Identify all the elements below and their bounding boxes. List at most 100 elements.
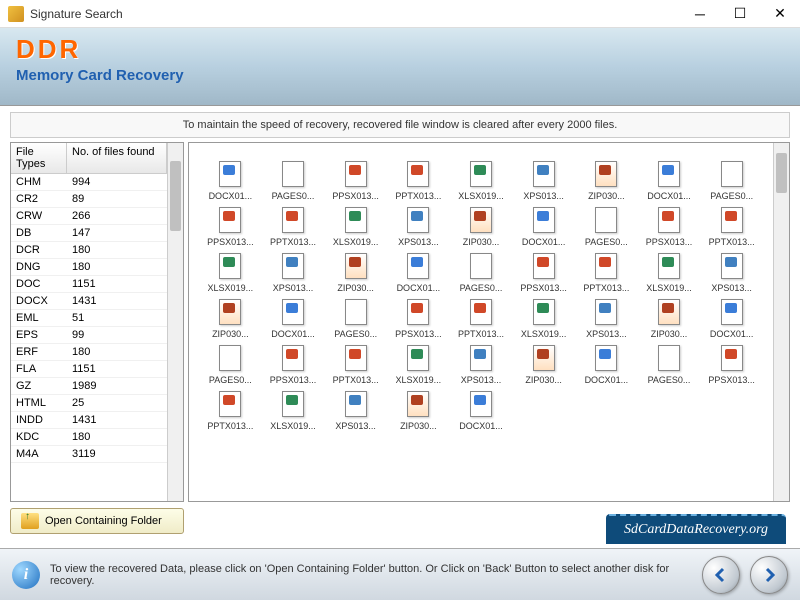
- open-containing-folder-button[interactable]: Open Containing Folder: [10, 508, 184, 534]
- file-type-icon: [282, 207, 304, 233]
- file-label: XPS013...: [335, 421, 376, 431]
- file-label: PPTX013...: [333, 375, 379, 385]
- file-item[interactable]: XLSX019...: [514, 299, 573, 339]
- table-row[interactable]: EPS99: [11, 327, 167, 344]
- file-item[interactable]: XLSX019...: [264, 391, 323, 431]
- file-item[interactable]: PAGES0...: [640, 345, 699, 385]
- file-label: XLSX019...: [521, 329, 567, 339]
- file-item[interactable]: PPTX013...: [201, 391, 260, 431]
- file-item[interactable]: XPS013...: [389, 207, 448, 247]
- file-item[interactable]: ZIP030...: [389, 391, 448, 431]
- file-label: PPTX013...: [395, 191, 441, 201]
- files-scrollbar[interactable]: [773, 143, 789, 501]
- table-row[interactable]: FLA1151: [11, 361, 167, 378]
- header-file-types[interactable]: File Types: [11, 143, 67, 173]
- scroll-thumb[interactable]: [170, 161, 181, 231]
- cell-count: 1989: [67, 378, 167, 394]
- cell-count: 51: [67, 310, 167, 326]
- cell-type: CR2: [11, 191, 67, 207]
- file-item[interactable]: XLSX019...: [326, 207, 385, 247]
- file-item[interactable]: XPS013...: [264, 253, 323, 293]
- file-item[interactable]: PAGES0...: [452, 253, 511, 293]
- file-item[interactable]: DOCX01...: [640, 161, 699, 201]
- file-item[interactable]: DOCX01...: [452, 391, 511, 431]
- file-item[interactable]: XPS013...: [326, 391, 385, 431]
- table-row[interactable]: KDC180: [11, 429, 167, 446]
- file-item[interactable]: PPSX013...: [326, 161, 385, 201]
- table-row[interactable]: CRW266: [11, 208, 167, 225]
- table-row[interactable]: DNG180: [11, 259, 167, 276]
- file-item[interactable]: ZIP030...: [326, 253, 385, 293]
- file-item[interactable]: PPTX013...: [389, 161, 448, 201]
- table-row[interactable]: DOC1151: [11, 276, 167, 293]
- file-item[interactable]: XLSX019...: [640, 253, 699, 293]
- banner: DDR Memory Card Recovery: [0, 28, 800, 106]
- file-item[interactable]: XPS013...: [702, 253, 761, 293]
- back-button[interactable]: [702, 556, 740, 594]
- file-item[interactable]: PAGES0...: [201, 345, 260, 385]
- file-item[interactable]: PAGES0...: [264, 161, 323, 201]
- file-item[interactable]: ZIP030...: [640, 299, 699, 339]
- table-row[interactable]: CHM994: [11, 174, 167, 191]
- file-item[interactable]: DOCX01...: [702, 299, 761, 339]
- file-item[interactable]: XLSX019...: [389, 345, 448, 385]
- cell-type: FLA: [11, 361, 67, 377]
- scroll-thumb[interactable]: [776, 153, 787, 193]
- file-item[interactable]: PPSX013...: [389, 299, 448, 339]
- file-item[interactable]: ZIP030...: [452, 207, 511, 247]
- close-button[interactable]: ✕: [760, 0, 800, 28]
- file-item[interactable]: PAGES0...: [577, 207, 636, 247]
- maximize-button[interactable]: ☐: [720, 0, 760, 28]
- table-row[interactable]: INDD1431: [11, 412, 167, 429]
- brand-link[interactable]: SdCardDataRecovery.org: [606, 514, 786, 544]
- cell-type: DB: [11, 225, 67, 241]
- file-item[interactable]: XPS013...: [452, 345, 511, 385]
- file-item[interactable]: PPSX013...: [640, 207, 699, 247]
- file-item[interactable]: PPTX013...: [264, 207, 323, 247]
- file-label: ZIP030...: [651, 329, 688, 339]
- file-item[interactable]: PAGES0...: [702, 161, 761, 201]
- minimize-button[interactable]: ─: [680, 0, 720, 28]
- file-item[interactable]: PPTX013...: [326, 345, 385, 385]
- table-row[interactable]: DB147: [11, 225, 167, 242]
- file-label: PPSX013...: [270, 375, 317, 385]
- table-row[interactable]: M4A3119: [11, 446, 167, 463]
- file-item[interactable]: DOCX01...: [389, 253, 448, 293]
- file-item[interactable]: PPSX013...: [264, 345, 323, 385]
- cell-count: 1151: [67, 361, 167, 377]
- forward-button[interactable]: [750, 556, 788, 594]
- table-row[interactable]: DCR180: [11, 242, 167, 259]
- file-type-icon: [470, 345, 492, 371]
- file-type-icon: [721, 253, 743, 279]
- file-item[interactable]: PPSX013...: [201, 207, 260, 247]
- file-item[interactable]: PPTX013...: [577, 253, 636, 293]
- file-item[interactable]: DOCX01...: [514, 207, 573, 247]
- file-item[interactable]: PAGES0...: [326, 299, 385, 339]
- file-item[interactable]: XLSX019...: [452, 161, 511, 201]
- file-item[interactable]: XPS013...: [577, 299, 636, 339]
- table-row[interactable]: HTML25: [11, 395, 167, 412]
- file-type-icon: [345, 391, 367, 417]
- file-item[interactable]: XPS013...: [514, 161, 573, 201]
- file-item[interactable]: XLSX019...: [201, 253, 260, 293]
- file-item[interactable]: PPSX013...: [702, 345, 761, 385]
- scrollbar[interactable]: [167, 143, 183, 501]
- header-count[interactable]: No. of files found: [67, 143, 167, 173]
- file-item[interactable]: PPSX013...: [514, 253, 573, 293]
- file-label: ZIP030...: [588, 191, 625, 201]
- file-type-icon: [470, 161, 492, 187]
- table-row[interactable]: GZ1989: [11, 378, 167, 395]
- file-item[interactable]: PPTX013...: [702, 207, 761, 247]
- file-item[interactable]: PPTX013...: [452, 299, 511, 339]
- file-label: XLSX019...: [270, 421, 316, 431]
- table-row[interactable]: ERF180: [11, 344, 167, 361]
- file-item[interactable]: DOCX01...: [577, 345, 636, 385]
- table-row[interactable]: DOCX1431: [11, 293, 167, 310]
- file-item[interactable]: ZIP030...: [577, 161, 636, 201]
- file-item[interactable]: ZIP030...: [201, 299, 260, 339]
- file-item[interactable]: ZIP030...: [514, 345, 573, 385]
- table-row[interactable]: CR289: [11, 191, 167, 208]
- file-item[interactable]: DOCX01...: [201, 161, 260, 201]
- table-row[interactable]: EML51: [11, 310, 167, 327]
- file-item[interactable]: DOCX01...: [264, 299, 323, 339]
